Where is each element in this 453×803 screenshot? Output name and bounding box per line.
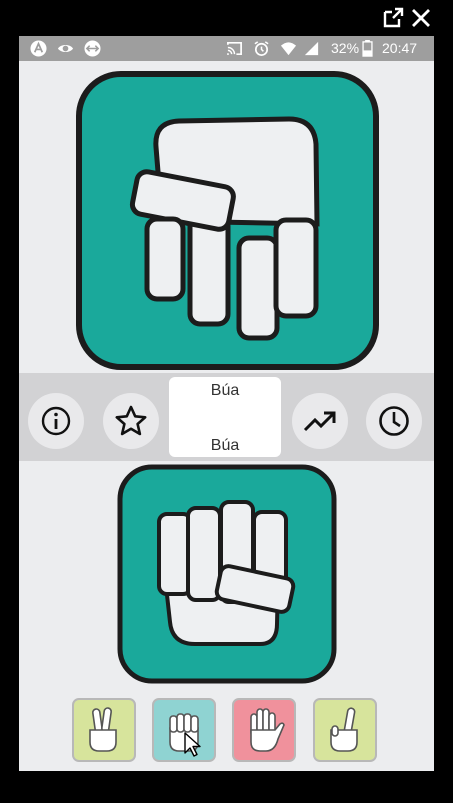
trending-up-icon <box>303 411 336 432</box>
scissors-hand-icon <box>89 707 117 752</box>
fist-palm-icon <box>157 500 296 646</box>
opponent-hand-card <box>76 71 379 370</box>
phone-screen: 32% 20:47 Búa Búa <box>19 36 434 771</box>
a-icon <box>30 40 47 57</box>
battery-icon <box>362 40 373 57</box>
result-label-box: Búa Búa <box>169 377 281 457</box>
info-icon <box>41 406 71 436</box>
battery-text: 32% <box>331 40 360 56</box>
player-hand-card <box>117 464 337 684</box>
alarm-icon <box>254 41 269 56</box>
open-external-icon[interactable] <box>381 6 405 30</box>
action-toolbar: Búa Búa <box>19 373 434 461</box>
info-button[interactable] <box>28 393 84 449</box>
teamviewer-icon <box>84 40 101 57</box>
choice-rock-button[interactable] <box>152 698 216 762</box>
result-label-bottom: Búa <box>210 437 240 454</box>
choice-scissors-button[interactable] <box>72 698 136 762</box>
favorite-button[interactable] <box>103 393 159 449</box>
clock-icon <box>379 406 409 436</box>
signal-icon <box>304 41 319 56</box>
close-icon[interactable] <box>409 6 433 30</box>
one-finger-hand-icon <box>330 707 358 752</box>
eye-icon <box>57 44 74 53</box>
cast-icon <box>227 41 242 56</box>
paper-hand-icon <box>250 708 285 752</box>
star-icon <box>115 405 147 436</box>
clock-text: 20:47 <box>382 40 418 56</box>
window-frame <box>0 0 453 36</box>
choice-one-finger-button[interactable] <box>313 698 377 762</box>
status-bar: 32% 20:47 <box>19 36 434 61</box>
mouse-cursor-icon <box>184 732 201 757</box>
choice-paper-button[interactable] <box>232 698 296 762</box>
wifi-icon <box>280 42 297 56</box>
stats-button[interactable] <box>292 393 348 449</box>
history-button[interactable] <box>366 393 422 449</box>
result-label-top: Búa <box>210 382 240 399</box>
